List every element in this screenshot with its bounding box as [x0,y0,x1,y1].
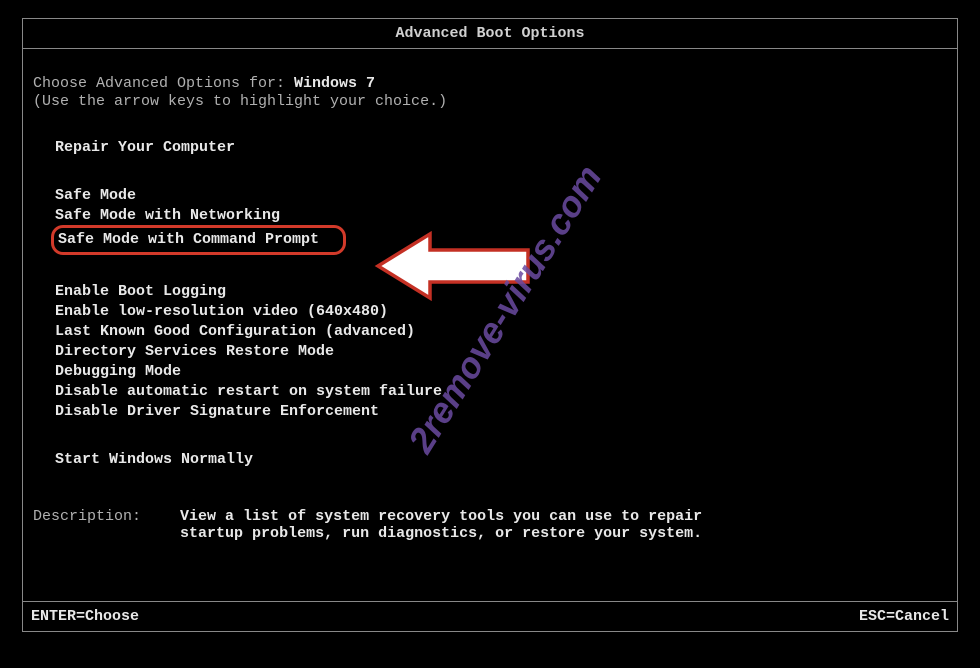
option-last-known-good[interactable]: Last Known Good Configuration (advanced) [55,322,947,342]
boot-options-list: Repair Your Computer Safe Mode Safe Mode… [33,138,947,470]
footer-esc-hint: ESC=Cancel [859,608,949,625]
option-start-windows-normally[interactable]: Start Windows Normally [55,450,947,470]
option-low-res-video[interactable]: Enable low-resolution video (640x480) [55,302,947,322]
option-safe-mode-networking[interactable]: Safe Mode with Networking [55,206,947,226]
os-name: Windows 7 [294,75,375,92]
prompt-line: Choose Advanced Options for: Windows 7 [33,75,947,92]
content-area: Choose Advanced Options for: Windows 7 (… [23,49,957,542]
option-safe-mode[interactable]: Safe Mode [55,186,947,206]
window-title: Advanced Boot Options [23,19,957,49]
highlighted-option-label: Safe Mode with Command Prompt [51,225,346,255]
option-disable-driver-sig[interactable]: Disable Driver Signature Enforcement [55,402,947,422]
description-label: Description: [33,508,141,525]
footer-bar: ENTER=Choose ESC=Cancel [23,601,957,631]
option-disable-auto-restart[interactable]: Disable automatic restart on system fail… [55,382,947,402]
option-boot-logging[interactable]: Enable Boot Logging [55,282,947,302]
footer-enter-hint: ENTER=Choose [31,608,139,625]
option-debugging-mode[interactable]: Debugging Mode [55,362,947,382]
hint-text: (Use the arrow keys to highlight your ch… [33,93,947,110]
description-block: Description: View a list of system recov… [33,508,947,542]
boot-options-window: Advanced Boot Options Choose Advanced Op… [22,18,958,632]
option-safe-mode-cmd[interactable]: Safe Mode with Command Prompt [55,226,947,254]
option-dsrm[interactable]: Directory Services Restore Mode [55,342,947,362]
description-text: View a list of system recovery tools you… [180,508,720,542]
prompt-prefix: Choose Advanced Options for: [33,75,294,92]
option-repair-computer[interactable]: Repair Your Computer [55,138,947,158]
